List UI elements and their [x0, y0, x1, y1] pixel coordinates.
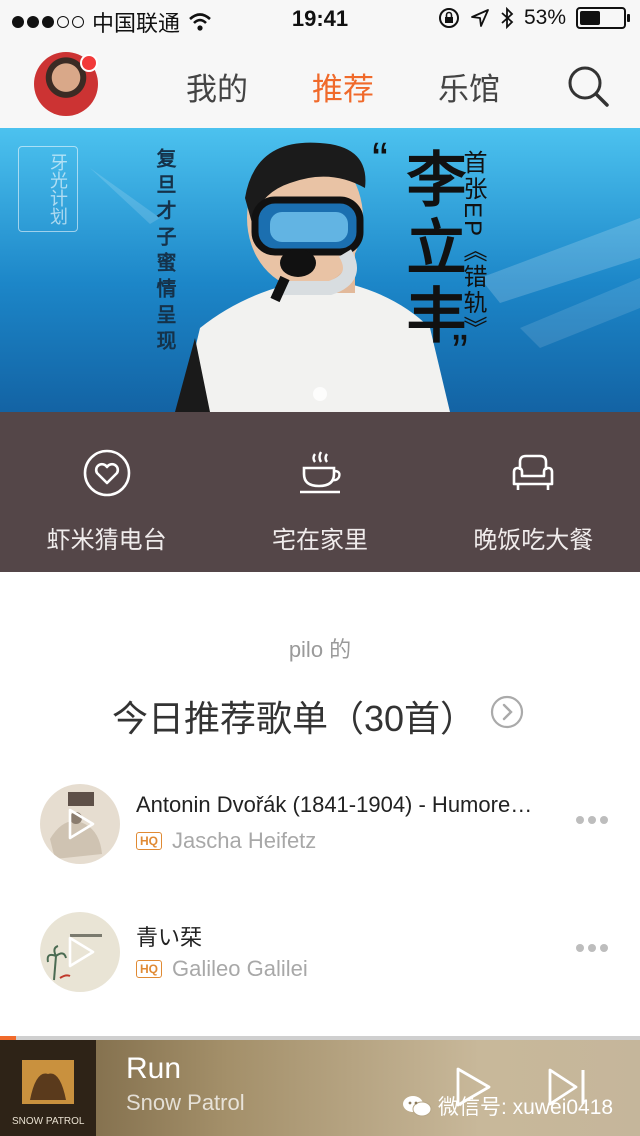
song-title: 青い栞 — [136, 925, 203, 950]
promo-banner[interactable]: “ ” 牙光计划 复旦才子蜜情呈现 李立丰 首张EP《错轨》 — [0, 128, 640, 412]
chevron-right-icon[interactable] — [490, 695, 524, 729]
song-row[interactable]: 青い栞 HQ Galileo Galilei — [0, 912, 640, 1022]
song-artist: Jascha Heifetz — [172, 828, 317, 853]
top-nav: 我的 推荐 乐馆 — [0, 40, 640, 128]
hq-badge: HQ — [136, 960, 162, 978]
hq-badge: HQ — [136, 832, 162, 850]
tab-recommend[interactable]: 推荐 — [312, 64, 374, 109]
now-playing-cover: SNOW PATROL — [0, 1040, 96, 1136]
tab-music-hall[interactable]: 乐馆 — [438, 64, 500, 109]
coffee-cup-icon — [299, 451, 341, 494]
more-icon[interactable] — [576, 944, 608, 952]
battery-icon — [576, 7, 630, 29]
song-artist: Galileo Galilei — [172, 956, 308, 981]
heart-icon — [83, 449, 130, 497]
wechat-icon — [403, 1096, 432, 1117]
sofa-icon — [513, 454, 554, 490]
playlist-owner: pilo 的 — [288, 637, 352, 662]
svg-text:SNOW PATROL: SNOW PATROL — [12, 1116, 85, 1127]
quick-actions: 虾米猜电台 宅在家里 晚饭吃大餐 — [0, 412, 640, 572]
quick-action-label: 虾米猜电台 — [46, 527, 167, 554]
tab-mine[interactable]: 我的 — [186, 64, 248, 109]
playback-progress[interactable] — [0, 1036, 640, 1040]
now-playing-title: Run — [126, 1052, 182, 1085]
song-title: Antonin Dvořák (1841-1904) - Humoresque — [136, 792, 536, 817]
watermark: 微信号: xuwei0418 — [402, 1091, 613, 1121]
banner-subtitle: 首张EP《错轨》 — [459, 150, 486, 343]
battery-level — [580, 11, 601, 25]
nav-tabs: 我的 推荐 乐馆 — [186, 64, 500, 109]
location-icon — [471, 9, 489, 27]
banner-tagline: 复旦才子蜜情呈现 — [153, 148, 175, 356]
now-playing-artist: Snow Patrol — [126, 1090, 245, 1115]
now-playing-bar[interactable]: SNOW PATROL Run Snow Patrol 微信号: xuwei04… — [0, 1036, 640, 1136]
banner-logo: 牙光计划 — [18, 146, 78, 232]
more-icon[interactable] — [576, 816, 608, 824]
quick-action-home[interactable]: 宅在家里 — [213, 412, 426, 572]
banner-page-indicator[interactable] — [313, 387, 327, 401]
quick-action-label: 宅在家里 — [271, 527, 368, 554]
playlist-title[interactable]: 今日推荐歌单（30首） — [112, 690, 476, 742]
quick-action-dinner[interactable]: 晚饭吃大餐 — [427, 412, 640, 572]
orientation-lock-icon — [438, 8, 459, 28]
quick-action-radio[interactable]: 虾米猜电台 — [0, 412, 213, 572]
svg-text:“: “ — [372, 134, 388, 187]
status-bar: 中国联通 19:41 53% — [0, 0, 640, 40]
battery-percent: 53% — [523, 6, 566, 29]
play-icon[interactable] — [67, 936, 95, 968]
search-icon[interactable] — [566, 64, 610, 108]
notification-badge — [80, 54, 98, 72]
quick-action-label: 晚饭吃大餐 — [473, 527, 594, 554]
play-icon[interactable] — [67, 808, 95, 840]
bluetooth-icon — [501, 7, 514, 29]
banner-artwork: “ ” — [90, 134, 640, 412]
watermark-text: 微信号: xuwei0418 — [438, 1096, 614, 1119]
song-row[interactable]: Antonin Dvořák (1841-1904) - Humoresque … — [0, 784, 640, 894]
